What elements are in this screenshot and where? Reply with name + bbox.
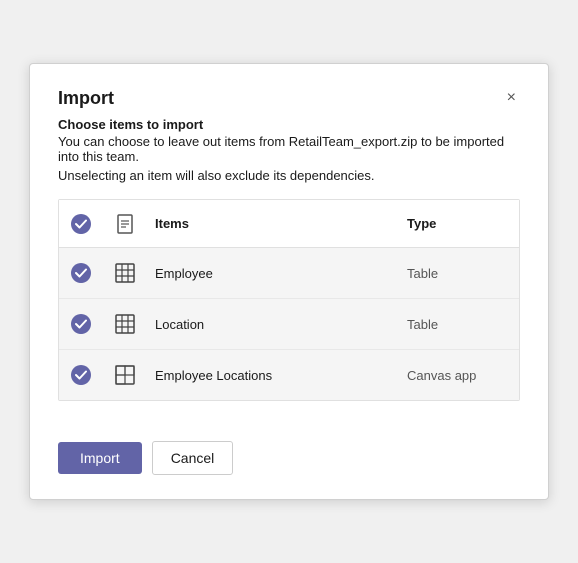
header-type: Type bbox=[399, 208, 519, 239]
row2-type-cell: Table bbox=[399, 313, 519, 336]
table-row: Employee Table bbox=[59, 248, 519, 299]
row3-canvas-icon bbox=[114, 364, 136, 386]
import-dialog: Import × Choose items to import You can … bbox=[29, 63, 549, 500]
cancel-button[interactable]: Cancel bbox=[152, 441, 234, 475]
table-header: Items Type bbox=[59, 200, 519, 248]
row1-icon-cell bbox=[103, 258, 147, 288]
row3-type-cell: Canvas app bbox=[399, 364, 519, 387]
dialog-footer: Import Cancel bbox=[58, 441, 520, 475]
subtitle: Choose items to import bbox=[58, 117, 520, 132]
row2-check-icon[interactable] bbox=[71, 314, 91, 334]
desc-part1: You can choose to leave out items from bbox=[58, 134, 289, 149]
header-check-cell bbox=[59, 210, 103, 238]
row3-type: Canvas app bbox=[407, 368, 476, 383]
row2-check-cell bbox=[59, 310, 103, 338]
row1-table-icon bbox=[114, 262, 136, 284]
row2-icon-cell bbox=[103, 309, 147, 339]
row2-name-cell: Location bbox=[147, 313, 399, 336]
dialog-title: Import bbox=[58, 88, 114, 109]
row2-name: Location bbox=[155, 317, 204, 332]
import-button[interactable]: Import bbox=[58, 442, 142, 474]
subtitle-text: Choose items to import bbox=[58, 117, 203, 132]
row3-icon-cell bbox=[103, 360, 147, 390]
row1-name: Employee bbox=[155, 266, 213, 281]
row3-check-icon[interactable] bbox=[71, 365, 91, 385]
header-type-label: Type bbox=[407, 212, 444, 235]
row1-check-cell bbox=[59, 259, 103, 287]
close-button[interactable]: × bbox=[503, 88, 520, 108]
table-row: Employee Locations Canvas app bbox=[59, 350, 519, 400]
items-table: Items Type bbox=[58, 199, 520, 401]
header-check-icon[interactable] bbox=[71, 214, 91, 234]
row2-table-icon bbox=[114, 313, 136, 335]
row3-name-cell: Employee Locations bbox=[147, 364, 399, 387]
row1-type: Table bbox=[407, 266, 438, 281]
row3-check-cell bbox=[59, 361, 103, 389]
row1-type-cell: Table bbox=[399, 262, 519, 285]
header-icon-cell bbox=[103, 210, 147, 238]
table-row: Location Table bbox=[59, 299, 519, 350]
description-line1: You can choose to leave out items from R… bbox=[58, 134, 520, 164]
description-line2: Unselecting an item will also exclude it… bbox=[58, 168, 520, 183]
dialog-header: Import × bbox=[58, 88, 520, 109]
row3-name: Employee Locations bbox=[155, 368, 272, 383]
header-items: Items bbox=[147, 208, 399, 239]
header-items-label: Items bbox=[155, 212, 197, 235]
desc-filename: RetailTeam_export.zip bbox=[289, 134, 418, 149]
row1-check-icon[interactable] bbox=[71, 263, 91, 283]
row1-name-cell: Employee bbox=[147, 262, 399, 285]
header-doc-icon bbox=[116, 214, 134, 234]
row2-type: Table bbox=[407, 317, 438, 332]
